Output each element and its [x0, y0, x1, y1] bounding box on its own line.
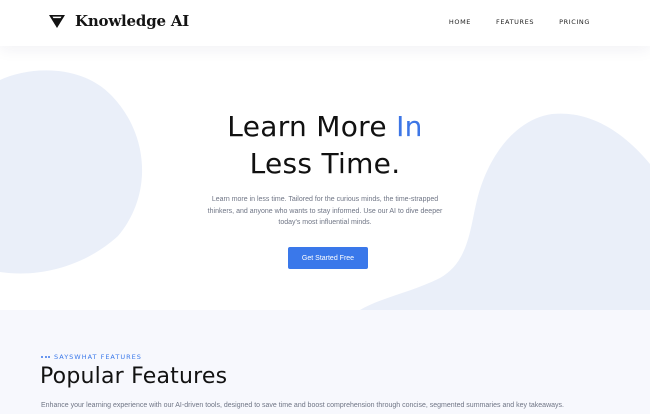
- get-started-button[interactable]: Get Started Free: [288, 247, 368, 269]
- features-eyebrow: SAYSWHAT FEATURES: [41, 353, 142, 361]
- nav-pricing-link[interactable]: PRICING: [559, 18, 590, 26]
- features-title: Popular Features: [40, 364, 228, 389]
- nav-home-link[interactable]: HOME: [449, 18, 471, 26]
- brand-logo[interactable]: Knowledge AI: [48, 12, 189, 30]
- features-description: Enhance your learning experience with ou…: [41, 402, 564, 409]
- brand-name: Knowledge AI: [75, 12, 190, 30]
- triangle-shield-icon: [49, 15, 65, 28]
- hero-description: Learn more in less time. Tailored for th…: [207, 196, 443, 226]
- hero-title-line2: Less Time.: [249, 147, 401, 180]
- hero-title: Learn More In Less Time.: [0, 108, 650, 182]
- dots-icon: [41, 356, 50, 358]
- hero-title-accent: In: [396, 110, 423, 143]
- nav-features-link[interactable]: FEATURES: [496, 18, 534, 26]
- main-nav: HOME FEATURES PRICING: [449, 18, 590, 26]
- top-navbar: Knowledge AI HOME FEATURES PRICING: [0, 0, 650, 46]
- hero-section: Learn More In Less Time. Learn more in l…: [0, 46, 650, 310]
- features-section: SAYSWHAT FEATURES Popular Features Enhan…: [0, 310, 650, 414]
- features-eyebrow-label: SAYSWHAT FEATURES: [54, 353, 142, 361]
- hero-title-part1: Learn More: [227, 110, 397, 143]
